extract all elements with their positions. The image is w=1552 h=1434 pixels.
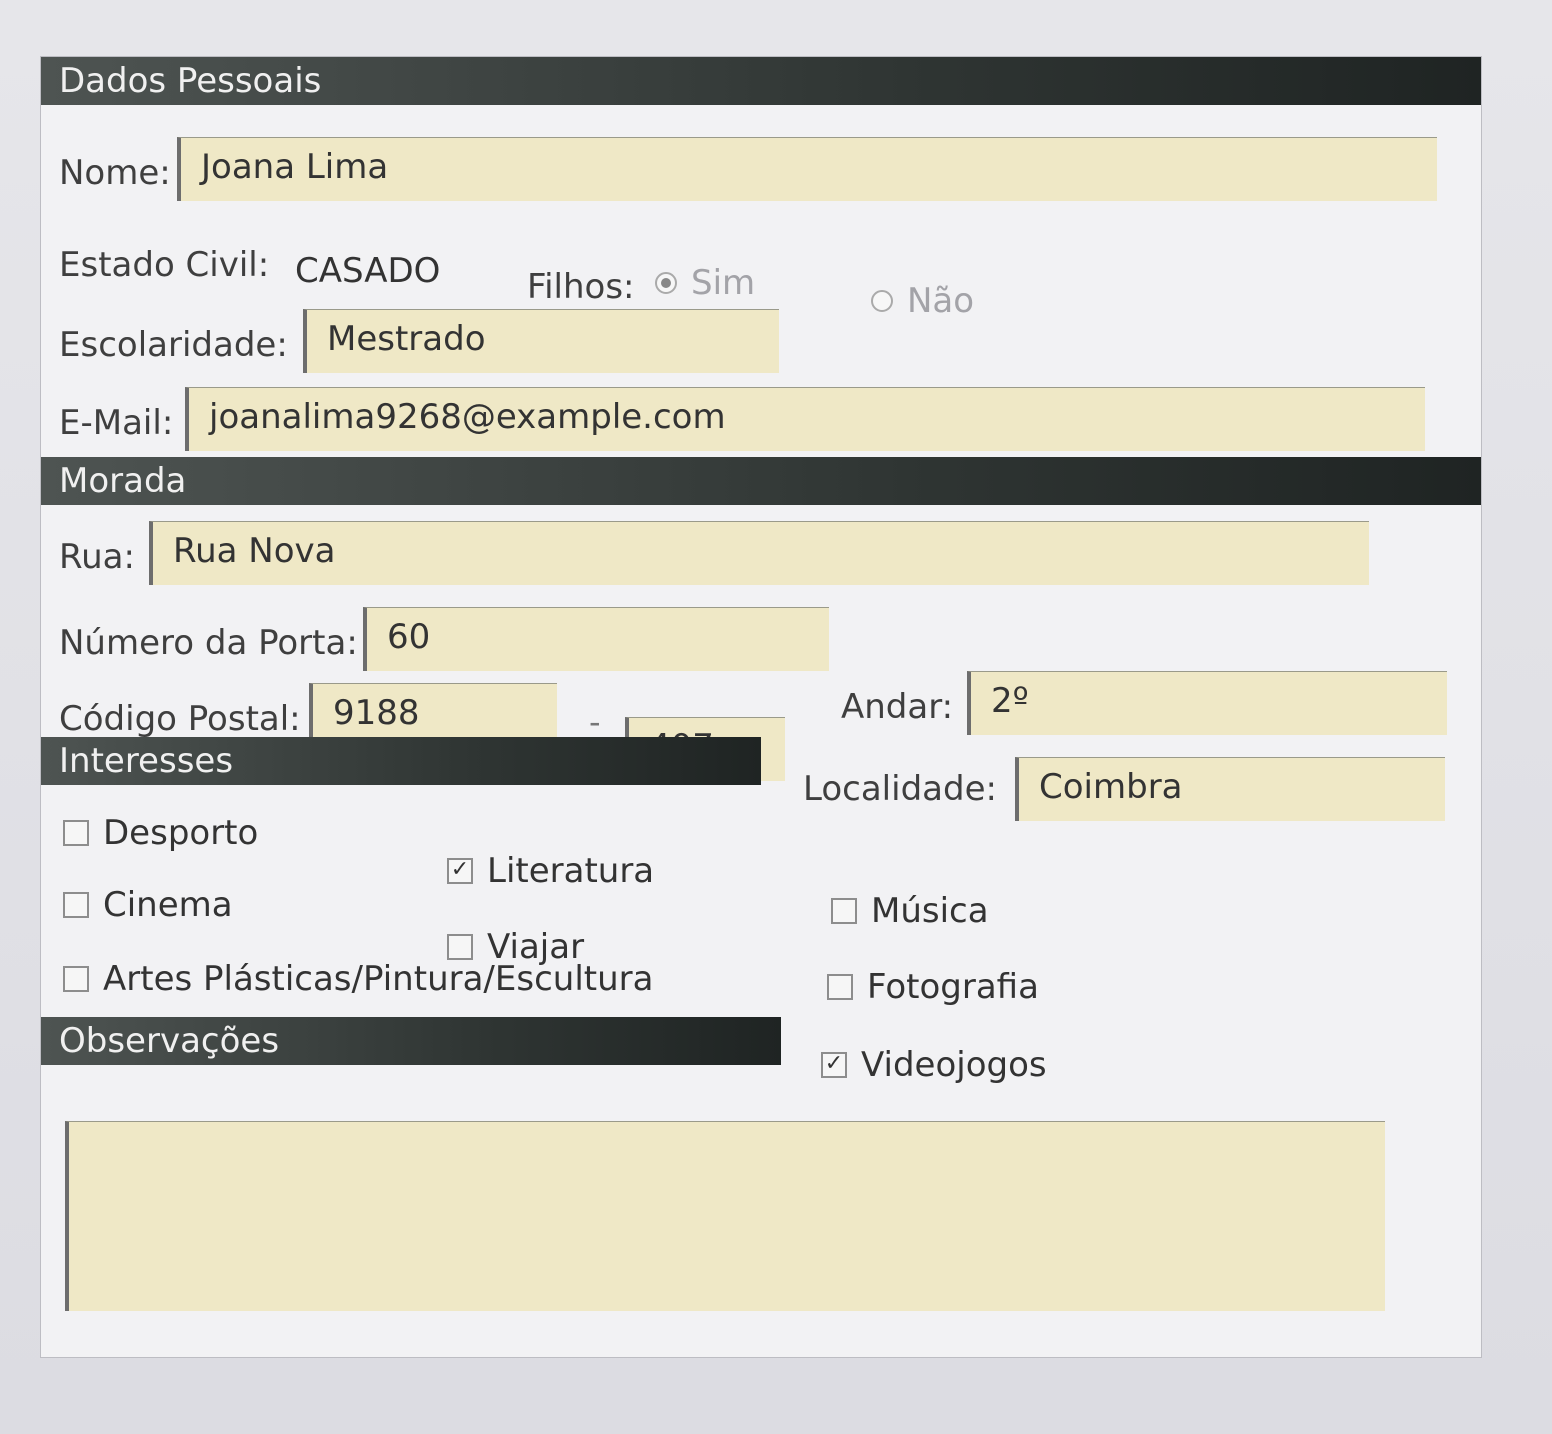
children-radio-no[interactable]: Não	[871, 281, 974, 321]
checkbox-viajar[interactable]	[447, 934, 473, 960]
label-artes-plasticas: Artes Plásticas/Pintura/Escultura	[103, 959, 654, 999]
name-label: Nome:	[59, 153, 171, 193]
postal-code-separator: -	[589, 703, 601, 741]
section-header-personal: Dados Pessoais	[41, 57, 1481, 105]
label-desporto: Desporto	[103, 813, 259, 853]
door-number-label: Número da Porta:	[59, 623, 358, 663]
locality-input[interactable]: Coimbra	[1015, 757, 1445, 821]
children-radio-yes[interactable]: Sim	[655, 263, 755, 303]
registration-form: Dados Pessoais Nome: Joana Lima Estado C…	[40, 56, 1482, 1358]
email-input[interactable]: joanalima9268@example.com	[185, 387, 1425, 451]
postal-code-label: Código Postal:	[59, 699, 301, 739]
checkbox-fotografia[interactable]	[827, 974, 853, 1000]
checkbox-desporto[interactable]	[63, 820, 89, 846]
education-input[interactable]: Mestrado	[303, 309, 779, 373]
floor-label: Andar:	[841, 687, 954, 727]
floor-input[interactable]: 2º	[967, 671, 1447, 735]
interest-desporto[interactable]: Desporto	[63, 813, 258, 853]
radio-no-indicator[interactable]	[871, 290, 893, 312]
interest-literatura[interactable]: ✓ Literatura	[447, 851, 654, 891]
marital-status-label: Estado Civil:	[59, 245, 270, 285]
label-fotografia: Fotografia	[867, 967, 1039, 1007]
section-header-interests: Interesses	[41, 737, 761, 785]
checkbox-musica[interactable]	[831, 898, 857, 924]
interest-artes-plasticas[interactable]: Artes Plásticas/Pintura/Escultura	[63, 959, 653, 999]
label-videojogos: Videojogos	[861, 1045, 1047, 1085]
interest-fotografia[interactable]: Fotografia	[827, 967, 1039, 1007]
checkbox-literatura[interactable]: ✓	[447, 858, 473, 884]
section-header-address: Morada	[41, 457, 1481, 505]
education-label: Escolaridade:	[59, 325, 288, 365]
marital-status-value: CASADO	[295, 251, 441, 291]
label-literatura: Literatura	[487, 851, 655, 891]
name-input[interactable]: Joana Lima	[177, 137, 1437, 201]
locality-label: Localidade:	[803, 769, 997, 809]
radio-yes-label: Sim	[691, 263, 756, 303]
interest-musica[interactable]: Música	[831, 891, 989, 931]
street-input[interactable]: Rua Nova	[149, 521, 1369, 585]
children-label: Filhos:	[527, 267, 635, 307]
radio-no-label: Não	[907, 281, 975, 321]
label-cinema: Cinema	[103, 885, 233, 925]
observations-textarea[interactable]	[65, 1121, 1385, 1311]
checkbox-cinema[interactable]	[63, 892, 89, 918]
interest-videojogos[interactable]: ✓ Videojogos	[821, 1045, 1047, 1085]
checkbox-videojogos[interactable]: ✓	[821, 1052, 847, 1078]
checkbox-artes-plasticas[interactable]	[63, 966, 89, 992]
interest-cinema[interactable]: Cinema	[63, 885, 233, 925]
label-musica: Música	[871, 891, 989, 931]
section-header-observations: Observações	[41, 1017, 781, 1065]
street-label: Rua:	[59, 537, 135, 577]
door-number-input[interactable]: 60	[363, 607, 829, 671]
radio-yes-indicator[interactable]	[655, 272, 677, 294]
email-label: E-Mail:	[59, 403, 174, 443]
